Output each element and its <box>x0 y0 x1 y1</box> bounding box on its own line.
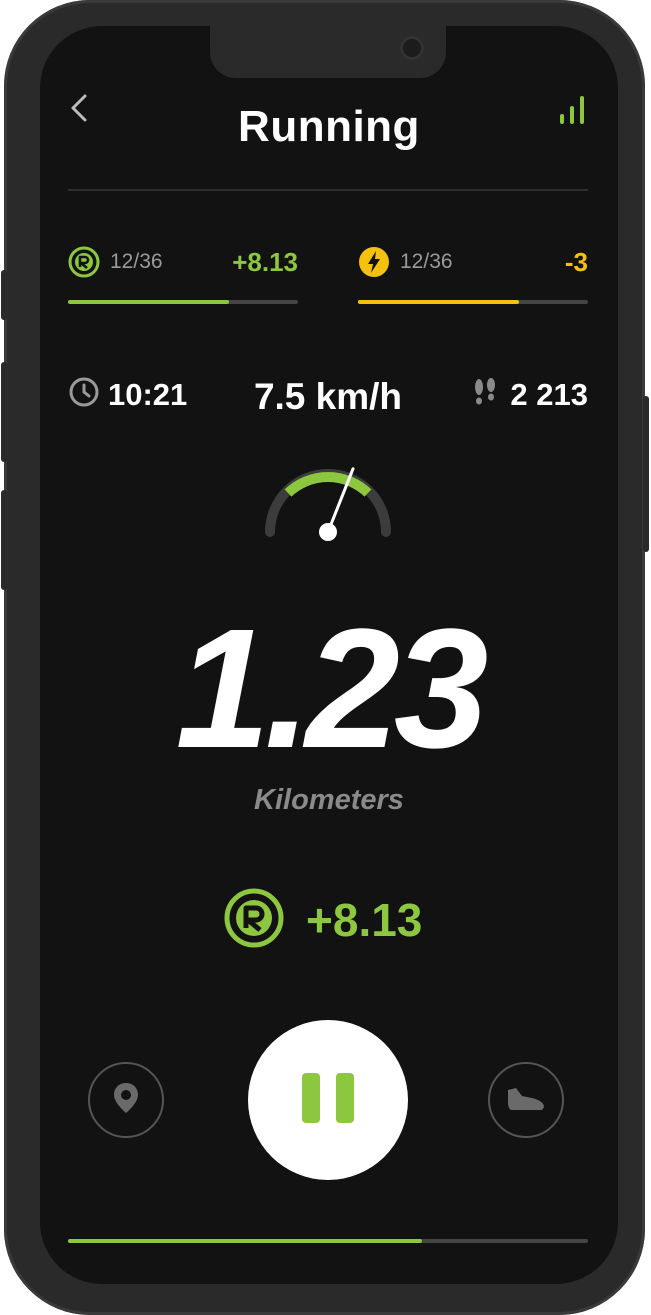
r-coin-icon <box>68 246 100 278</box>
live-metrics: 10:21 7.5 km/h 2 213 <box>68 376 588 420</box>
distance-value: 1.23 <box>175 594 489 784</box>
steps-metric: 2 213 <box>470 376 588 413</box>
energy-stat: 12/36 -3 <box>358 244 588 304</box>
rewards-progress-fill <box>68 300 229 304</box>
rewards-stat: 12/36 +8.13 <box>68 244 298 304</box>
distance-unit: Kilometers <box>254 784 404 816</box>
energy-progress-track <box>358 300 588 304</box>
speed-gauge <box>265 467 391 541</box>
reward-value: +8.13 <box>306 894 423 946</box>
front-camera <box>400 36 424 60</box>
rewards-count: 12/36 <box>110 250 163 273</box>
route-progress-track <box>68 1239 588 1243</box>
pause-button[interactable] <box>248 1020 408 1180</box>
location-pin-icon <box>111 1081 141 1120</box>
r-coin-icon <box>224 888 284 953</box>
phone-frame: Running 12/36 +8.13 12/36 -3 10:21 7.5 k… <box>1 0 649 1315</box>
session-reward: +8.13 <box>224 888 422 952</box>
gauge-pivot <box>319 523 337 541</box>
side-button-power <box>643 396 649 552</box>
rewards-progress-track <box>68 300 298 304</box>
route-progress-fill <box>68 1239 422 1243</box>
energy-progress-fill <box>358 300 519 304</box>
signal-icon <box>558 94 588 126</box>
app-screen: Running 12/36 +8.13 12/36 -3 10:21 7.5 k… <box>40 26 618 1284</box>
location-button[interactable] <box>88 1062 164 1138</box>
lightning-icon <box>358 246 390 278</box>
gauge-zone <box>284 472 372 497</box>
notch <box>210 26 446 78</box>
rewards-delta: +8.13 <box>232 247 298 277</box>
footprints-icon <box>470 376 500 413</box>
shoe-icon <box>506 1084 546 1117</box>
side-button-volume-up <box>1 362 7 462</box>
energy-count: 12/36 <box>400 250 453 273</box>
energy-delta: -3 <box>564 247 588 277</box>
page-title: Running <box>238 102 420 151</box>
pause-icon <box>300 1072 356 1128</box>
side-button-volume-down <box>1 490 7 590</box>
step-count: 2 213 <box>510 376 588 412</box>
shoe-button[interactable] <box>488 1062 564 1138</box>
side-button-mute <box>1 270 7 320</box>
header-divider <box>68 189 588 191</box>
